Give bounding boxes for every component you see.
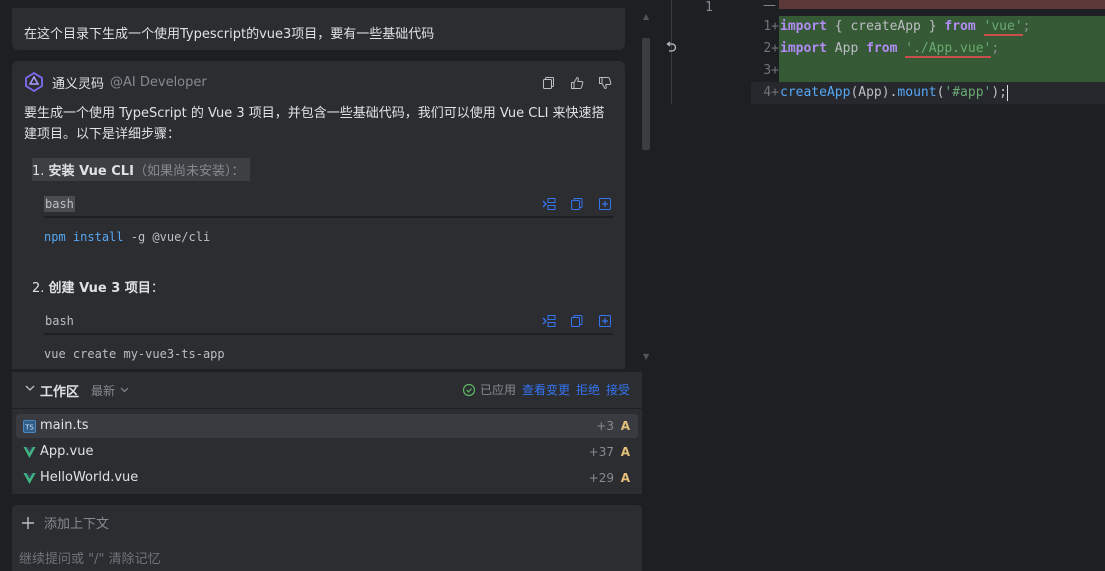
ai-name: 通义灵码	[52, 76, 105, 92]
text-caret	[1007, 84, 1009, 101]
ai-response-card: 通义灵码 @AI Developer 要生成一个使用 TypeScript 的 …	[12, 61, 625, 369]
deleted-line-marker: —	[763, 0, 776, 13]
step-number: 2.	[32, 281, 45, 296]
code-block-header: bash	[44, 307, 613, 335]
workspace-divider	[12, 408, 642, 409]
file-line-count: +37	[588, 445, 614, 459]
vue-file-icon	[23, 447, 36, 458]
step-title: 安装 Vue CLI	[48, 164, 134, 179]
ai-response-header: 通义灵码 @AI Developer	[24, 72, 207, 92]
line-number: 3+	[763, 63, 779, 78]
chevron-down-icon[interactable]	[24, 382, 36, 394]
code-diff-editor[interactable]: 1 — 1+ import { createApp } from 'vue'; …	[655, 0, 1105, 571]
typescript-file-icon: TS	[23, 420, 36, 433]
ai-response-actions	[541, 75, 613, 91]
ai-intro-text: 要生成一个使用 TypeScript 的 Vue 3 项目，并包含一些基础代码，…	[24, 106, 605, 142]
code-line[interactable]: 2+ import App from './App.vue';	[751, 38, 1105, 60]
file-name: HelloWorld.vue	[40, 470, 139, 485]
plus-icon	[22, 516, 34, 529]
line-number: 2+	[763, 41, 779, 56]
code-line-text: import { createApp } from 'vue';	[780, 19, 1031, 36]
code-command: npm	[44, 230, 66, 244]
code-subcommand: install	[72, 230, 124, 244]
file-line-count: +3	[596, 419, 614, 433]
add-context-button[interactable]: 添加上下文	[20, 513, 109, 532]
scroll-down-arrow-icon[interactable]: ▼	[643, 352, 649, 361]
line-number: 4+	[763, 85, 779, 100]
file-added-flag: A	[620, 445, 630, 459]
original-line-number: 1	[705, 0, 713, 15]
reject-link[interactable]: 拒绝	[576, 381, 600, 398]
chat-input-placeholder[interactable]: 继续提问或 "/" 清除记忆	[19, 548, 161, 567]
step-hint: （如果尚未安装）：	[133, 164, 245, 179]
ai-role: @AI Developer	[110, 74, 207, 90]
tongyi-logo-icon	[25, 72, 43, 92]
line-number: 1+	[763, 19, 779, 34]
workspace-panel: 工作区 最新 已应用 查看变更 拒绝 接受 TS main.ts +3 A Ap…	[12, 372, 642, 494]
copy-icon[interactable]	[541, 75, 557, 91]
workspace-file-row[interactable]: TS main.ts +3 A	[16, 414, 638, 438]
code-block-install: bash npm install -g @vue/cli	[44, 190, 613, 244]
ai-chat-panel: 在这个目录下生成一个使用Typescript的vue3项目，要有一些基础代码 通…	[0, 0, 655, 571]
code-block-create: bash vue create my-vue3-ts-app	[44, 307, 613, 361]
applied-label: 已应用	[479, 383, 516, 397]
chat-scrollbar[interactable]: ▲ ▼	[640, 8, 652, 368]
chat-input-box[interactable]: 添加上下文 继续提问或 "/" 清除记忆	[12, 505, 642, 571]
insert-code-icon[interactable]	[541, 196, 557, 212]
workspace-status-bar: 已应用 查看变更 拒绝 接受	[462, 381, 630, 398]
code-block-content: vue create my-vue3-ts-app	[44, 347, 225, 361]
insert-code-icon[interactable]	[541, 313, 557, 329]
workspace-header: 工作区 最新 已应用 查看变更 拒绝 接受	[12, 372, 642, 406]
step-install-vue-cli: 1. 安装 Vue CLI（如果尚未安装）：	[32, 158, 251, 181]
code-line[interactable]: 4+ createApp(App).mount('#app');	[751, 82, 1105, 104]
copy-code-icon[interactable]	[569, 313, 585, 329]
applied-status: 已应用	[462, 381, 516, 398]
code-block-header: bash	[44, 190, 613, 218]
file-added-flag: A	[620, 419, 630, 433]
check-circle-icon	[462, 383, 476, 396]
new-file-icon[interactable]	[597, 313, 613, 329]
chevron-down-icon[interactable]	[120, 385, 129, 394]
file-added-flag: A	[620, 471, 630, 485]
revert-change-icon[interactable]	[664, 41, 678, 55]
workspace-file-row[interactable]: HelloWorld.vue +29 A	[16, 466, 638, 490]
code-language-label: bash	[44, 196, 75, 212]
code-line-text: import App from './App.vue';	[780, 41, 1000, 58]
step-number: 1.	[32, 164, 45, 179]
code-line[interactable]: 1+ import { createApp } from 'vue';	[751, 16, 1105, 38]
thumbs-down-icon[interactable]	[597, 75, 613, 91]
code-line[interactable]: 3+	[751, 60, 1105, 82]
user-message: 在这个目录下生成一个使用Typescript的vue3项目，要有一些基础代码	[12, 8, 625, 50]
code-arguments: -g @vue/cli	[123, 230, 211, 244]
svg-text:TS: TS	[24, 424, 34, 432]
deleted-line-highlight	[779, 0, 1105, 9]
chat-scrollbar-thumb[interactable]	[642, 38, 650, 150]
copy-code-icon[interactable]	[569, 196, 585, 212]
new-file-icon[interactable]	[597, 196, 613, 212]
step-create-project: 2. 创建 Vue 3 项目：	[32, 277, 164, 296]
file-name: main.ts	[40, 418, 89, 433]
view-changes-link[interactable]: 查看变更	[522, 381, 570, 398]
step-title: 创建 Vue 3 项目	[48, 281, 151, 296]
file-line-count: +29	[588, 471, 614, 485]
code-block-actions	[541, 196, 613, 212]
workspace-title[interactable]: 工作区	[40, 381, 79, 400]
user-message-text: 在这个目录下生成一个使用Typescript的vue3项目，要有一些基础代码	[24, 27, 435, 42]
vue-file-icon	[23, 473, 36, 484]
scroll-up-arrow-icon[interactable]: ▲	[643, 12, 649, 21]
code-line-text: createApp(App).mount('#app');	[780, 84, 1009, 101]
workspace-file-row[interactable]: App.vue +37 A	[16, 440, 638, 464]
code-block-actions	[541, 313, 613, 329]
thumbs-up-icon[interactable]	[569, 75, 585, 91]
workspace-sort-select[interactable]: 最新	[91, 382, 115, 399]
file-name: App.vue	[40, 444, 94, 459]
code-block-content: npm install -g @vue/cli	[44, 218, 613, 244]
code-language-label: bash	[45, 314, 74, 328]
step-hint: ：	[150, 281, 164, 296]
accept-link[interactable]: 接受	[606, 381, 630, 398]
add-context-label: 添加上下文	[44, 517, 110, 532]
